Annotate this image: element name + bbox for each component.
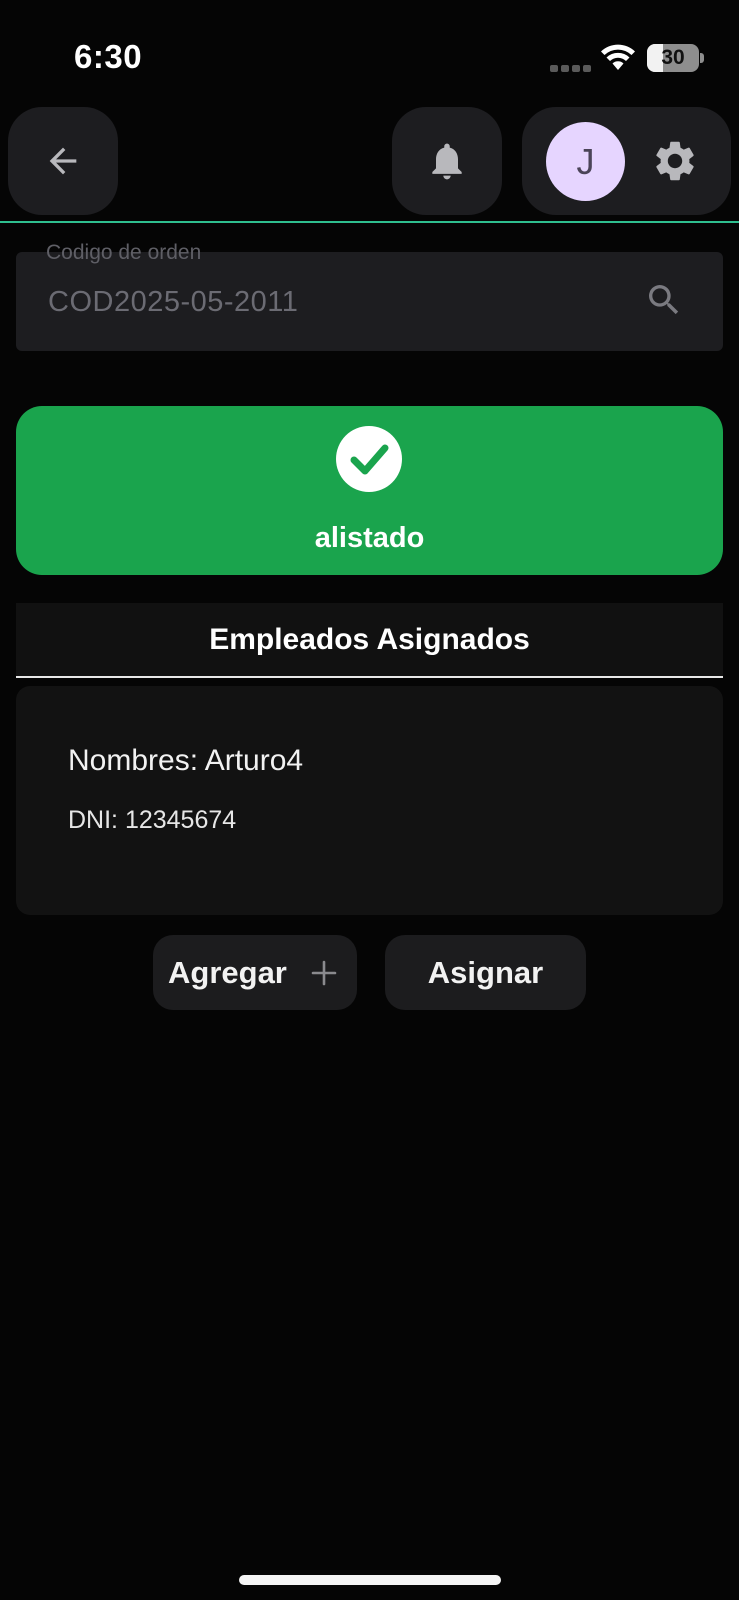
search-icon[interactable] — [644, 280, 684, 320]
battery-icon: 30 — [647, 44, 704, 72]
employee-dni: DNI: 12345674 — [68, 806, 237, 834]
status-bar: 6:30 30 — [0, 0, 739, 100]
profile-group: J — [522, 107, 731, 215]
assign-button[interactable]: Asignar — [385, 935, 586, 1010]
home-indicator[interactable] — [239, 1575, 501, 1585]
order-code-input[interactable] — [48, 286, 608, 319]
section-title: Empleados Asignados — [209, 623, 530, 656]
arrow-left-icon — [49, 147, 77, 175]
plus-icon — [311, 960, 337, 986]
assigned-employees-header: Empleados Asignados — [16, 603, 723, 676]
avatar[interactable]: J — [546, 122, 625, 201]
order-status-card: alistado — [16, 406, 723, 575]
order-code-label: Codigo de orden — [46, 241, 202, 264]
wifi-icon — [601, 44, 635, 70]
status-time: 6:30 — [74, 38, 143, 75]
employee-name: Nombres: Arturo4 — [68, 744, 304, 777]
gear-icon[interactable] — [651, 137, 699, 185]
assign-button-label: Asignar — [427, 954, 544, 990]
battery-level: 30 — [661, 46, 685, 69]
section-divider — [16, 676, 723, 678]
add-button-label: Agregar — [168, 954, 287, 990]
notifications-button[interactable] — [392, 107, 502, 215]
cellular-signal-icon — [550, 63, 592, 73]
header-divider — [0, 221, 739, 223]
employee-card: Nombres: Arturo4 DNI: 12345674 — [16, 686, 723, 915]
order-status-label: alistado — [314, 522, 425, 554]
check-circle-icon — [336, 426, 402, 492]
add-employee-button[interactable]: Agregar — [153, 935, 357, 1010]
order-code-field[interactable] — [16, 252, 723, 351]
bell-icon — [432, 143, 462, 180]
back-button[interactable] — [8, 107, 118, 215]
